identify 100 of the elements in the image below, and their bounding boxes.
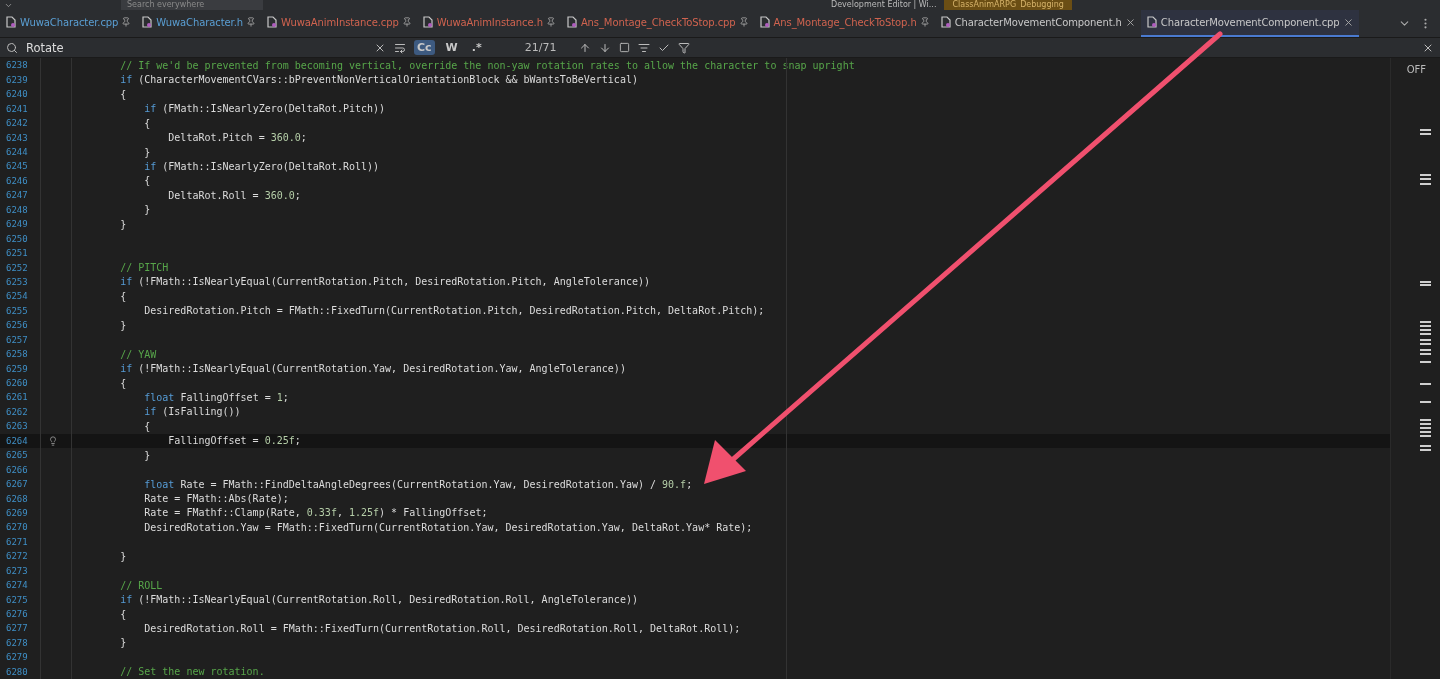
line-number: 6244 bbox=[5, 147, 29, 158]
run-configuration[interactable]: Development Editor | Wi... bbox=[831, 0, 937, 10]
file-icon bbox=[939, 16, 952, 29]
line-number: 6257 bbox=[5, 334, 29, 345]
inlay-hints-status[interactable]: OFF bbox=[1406, 64, 1426, 76]
pin-icon[interactable] bbox=[401, 17, 412, 28]
code-line: { bbox=[119, 608, 127, 620]
code-line: } bbox=[143, 449, 151, 461]
pin-icon[interactable] bbox=[545, 17, 556, 28]
close-icon[interactable] bbox=[1124, 16, 1136, 28]
lightbulb-icon[interactable] bbox=[48, 435, 58, 446]
pin-icon[interactable] bbox=[919, 17, 930, 28]
code-line: Rate = FMathf::Clamp(Rate, 0.33f, 1.25f) * FallingOffset; bbox=[143, 507, 488, 519]
code-line: // Set the new rotation. bbox=[119, 666, 265, 678]
line-number: 6245 bbox=[5, 161, 29, 172]
wrap-icon[interactable] bbox=[394, 41, 406, 54]
line-number: 6264 bbox=[5, 435, 29, 446]
editor-tab[interactable]: WuwaAnimInstance.h bbox=[416, 10, 561, 37]
file-icon bbox=[1145, 16, 1158, 29]
code-line: float Rate = FMath::FindDeltaAngleDegrees(CurrentRotation.Yaw, DesiredRotation.Yaw) / 90.f; bbox=[143, 478, 693, 490]
code-line: if (!FMath::IsNearlyEqual(CurrentRotation.Yaw, DesiredRotation.Yaw, AngleTolerance)) bbox=[119, 363, 626, 375]
code-line: // PITCH bbox=[119, 262, 169, 274]
arrow-down-icon[interactable] bbox=[598, 41, 611, 54]
line-number: 6266 bbox=[5, 464, 29, 475]
line-number: 6267 bbox=[5, 479, 29, 490]
search-option-toggle[interactable]: W bbox=[442, 40, 461, 56]
code-line: } bbox=[143, 204, 151, 216]
line-number: 6241 bbox=[5, 103, 29, 114]
line-number: 6268 bbox=[5, 493, 29, 504]
code-line: float FallingOffset = 1; bbox=[143, 391, 289, 403]
pin-icon[interactable] bbox=[738, 17, 749, 28]
match-count: 21/71 bbox=[523, 41, 558, 55]
code-line: } bbox=[143, 146, 151, 158]
line-number: 6269 bbox=[5, 507, 29, 518]
file-icon bbox=[5, 16, 17, 29]
line-number: 6250 bbox=[5, 233, 29, 244]
code-line: DeltaRot.Roll = 360.0; bbox=[167, 189, 301, 201]
editor-tab[interactable]: Ans_Montage_CheckToStop.h bbox=[753, 10, 935, 37]
line-number: 6262 bbox=[5, 406, 29, 417]
search-option-toggle[interactable]: Cc bbox=[414, 40, 435, 56]
editor-tab[interactable]: CharacterMovementComponent.h bbox=[934, 10, 1141, 37]
file-icon bbox=[758, 16, 771, 29]
code-line: } bbox=[119, 637, 127, 649]
code-line: // ROLL bbox=[119, 579, 163, 591]
line-number: 6246 bbox=[5, 175, 29, 186]
code-line: } bbox=[119, 550, 127, 562]
code-line: { bbox=[119, 377, 127, 389]
code-line: FallingOffset = 0.25f; bbox=[167, 435, 301, 447]
file-icon bbox=[265, 16, 278, 29]
line-number: 6256 bbox=[5, 320, 29, 331]
pin-icon[interactable] bbox=[245, 17, 256, 28]
search-icon[interactable] bbox=[6, 41, 18, 54]
find-input[interactable]: Rotate bbox=[26, 40, 366, 55]
editor-tab[interactable]: CharacterMovementComponent.cpp bbox=[1140, 10, 1359, 37]
editor-tab[interactable]: WuwaCharacter.h bbox=[136, 10, 261, 37]
line-number: 6275 bbox=[5, 594, 29, 605]
line-number: 6271 bbox=[5, 536, 29, 547]
pin-icon[interactable] bbox=[121, 17, 132, 28]
code-line: if (!FMath::IsNearlyEqual(CurrentRotation.Pitch, DesiredRotation.Pitch, AngleTolerance)) bbox=[119, 276, 650, 288]
arrow-up-icon[interactable] bbox=[578, 41, 591, 54]
line-number: 6253 bbox=[5, 276, 29, 287]
line-number: 6248 bbox=[5, 204, 29, 215]
debug-target[interactable]: ClassAnimARPG Debugging bbox=[944, 0, 1072, 10]
search-field[interactable]: Search everywhere bbox=[121, 0, 263, 10]
code-line: // If we'd be prevented from becoming vertical, override the non-yaw rotation rates to allow the character to snap upright bbox=[119, 59, 855, 71]
code-line: if (IsFalling()) bbox=[143, 406, 241, 418]
editor-tab[interactable]: Ans_Montage_CheckToStop.cpp bbox=[560, 10, 754, 37]
line-number: 6251 bbox=[5, 248, 29, 259]
line-number: 6243 bbox=[5, 132, 29, 143]
line-number: 6254 bbox=[5, 291, 29, 302]
code-line: { bbox=[143, 175, 151, 187]
line-number: 6277 bbox=[5, 623, 29, 634]
line-number: 6270 bbox=[5, 522, 29, 533]
line-number: 6238 bbox=[5, 60, 29, 71]
line-number: 6247 bbox=[5, 190, 29, 201]
file-icon bbox=[141, 16, 154, 29]
code-line: { bbox=[143, 420, 151, 432]
line-number: 6274 bbox=[5, 580, 29, 591]
line-number: 6265 bbox=[5, 450, 29, 461]
search-option-toggle[interactable]: .* bbox=[468, 40, 485, 56]
line-number: 6242 bbox=[5, 118, 29, 129]
list-icon[interactable] bbox=[637, 41, 650, 54]
line-number: 6259 bbox=[5, 363, 29, 374]
line-number: 6273 bbox=[5, 565, 29, 576]
editor-tab[interactable]: WuwaAnimInstance.cpp bbox=[260, 10, 417, 37]
line-number: 6272 bbox=[5, 551, 29, 562]
line-number: 6276 bbox=[5, 609, 29, 620]
code-line: DesiredRotation.Yaw = FMath::FixedTurn(CurrentRotation.Yaw, DesiredRotation.Yaw, DeltaRot.Yaw* Rate); bbox=[143, 521, 753, 533]
square-icon[interactable] bbox=[618, 42, 630, 54]
line-number: 6261 bbox=[5, 392, 29, 403]
code-line: { bbox=[119, 88, 127, 100]
code-line: { bbox=[119, 290, 127, 302]
line-number: 6279 bbox=[5, 652, 29, 663]
line-number: 6252 bbox=[5, 262, 29, 273]
close-icon[interactable] bbox=[1342, 16, 1354, 28]
line-number: 6260 bbox=[5, 378, 29, 389]
line-number: 6249 bbox=[5, 219, 29, 230]
filter-icon[interactable] bbox=[677, 41, 690, 54]
code-line: DesiredRotation.Pitch = FMath::FixedTurn(CurrentRotation.Pitch, DesiredRotation.Pitch, DeltaRot.Pitch); bbox=[143, 305, 765, 317]
editor-tab[interactable]: WuwaCharacter.cpp bbox=[0, 10, 137, 37]
